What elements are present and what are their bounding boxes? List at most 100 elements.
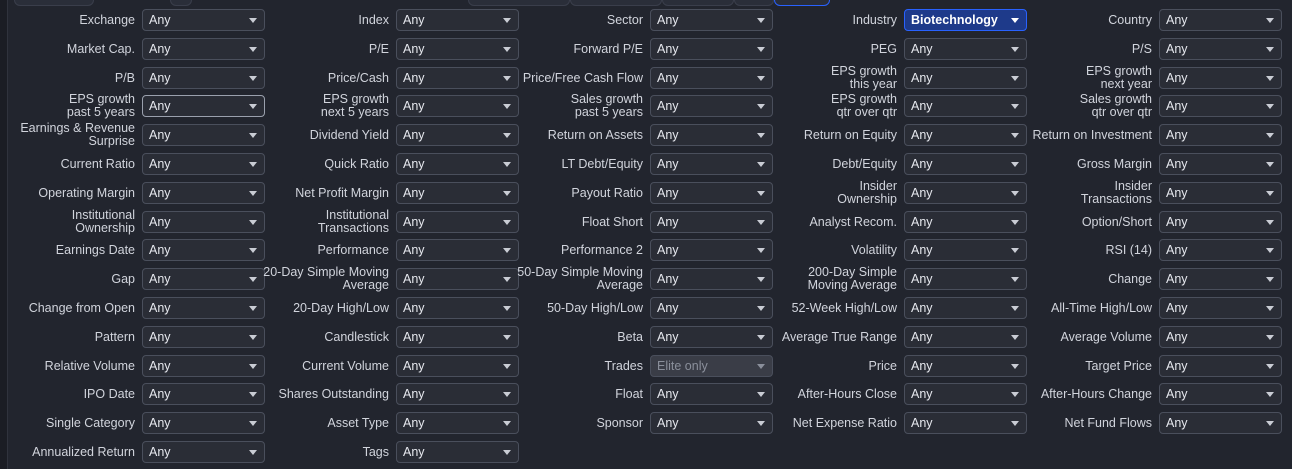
filter-select-20-day-high-low[interactable]: Any [396, 297, 519, 319]
filter-select-net-fund-flows[interactable]: Any [1159, 412, 1282, 434]
filter-select-pattern[interactable]: Any [142, 326, 265, 348]
filter-select-annualized-return[interactable]: Any [142, 441, 265, 463]
filter-select-return-on-investment[interactable]: Any [1159, 124, 1282, 146]
filter-value: Any [149, 157, 171, 171]
filter-select-gross-margin[interactable]: Any [1159, 153, 1282, 175]
top-tab-7[interactable] [774, 0, 830, 6]
chevron-down-icon [757, 76, 765, 81]
filter-select-eps-growth-this-year[interactable]: Any [904, 67, 1027, 89]
filter-analyst-recom: Analyst Recom. Any [773, 209, 1027, 235]
filter-select-forward-p-e[interactable]: Any [650, 38, 773, 60]
filter-select-institutional-transactions[interactable]: Any [396, 211, 519, 233]
filter-select-beta[interactable]: Any [650, 326, 773, 348]
filter-select-performance[interactable]: Any [396, 239, 519, 261]
top-tab-2[interactable] [170, 0, 192, 6]
filter-select-exchange[interactable]: Any [142, 9, 265, 31]
filter-select-lt-debt-equity[interactable]: Any [650, 153, 773, 175]
top-tab-4[interactable] [570, 0, 662, 6]
filter-select-after-hours-close[interactable]: Any [904, 383, 1027, 405]
filter-select-eps-growth-qtr-over-qtr[interactable]: Any [904, 95, 1027, 117]
filter-payout-ratio: Payout Ratio Any [519, 180, 773, 206]
top-tab-1[interactable] [14, 0, 94, 6]
filter-select-net-profit-margin[interactable]: Any [396, 182, 519, 204]
filter-select-option-short[interactable]: Any [1159, 211, 1282, 233]
filter-value: Any [1166, 272, 1188, 286]
filter-label: Return on Investment [1032, 127, 1152, 142]
filter-select-current-ratio[interactable]: Any [142, 153, 265, 175]
filter-select-performance-2[interactable]: Any [650, 239, 773, 261]
filter-select-analyst-recom[interactable]: Any [904, 211, 1027, 233]
filter-select-average-volume[interactable]: Any [1159, 326, 1282, 348]
filter-label: Insider TransactionsInsiderTransactions [1022, 180, 1152, 206]
filter-value: Any [149, 243, 171, 257]
filter-select-earnings-revenue-surprise[interactable]: Any [142, 124, 265, 146]
filter-select-p-e[interactable]: Any [396, 38, 519, 60]
filter-institutional-transactions: Institutional TransactionsInstitutionalT… [265, 209, 519, 235]
filter-select-sales-growth-past-5-years[interactable]: Any [650, 95, 773, 117]
filter-select-sponsor[interactable]: Any [650, 412, 773, 434]
filter-select-eps-growth-past-5-years[interactable]: Any [142, 95, 265, 117]
filter-select-target-price[interactable]: Any [1159, 355, 1282, 377]
filter-select-gap[interactable]: Any [142, 268, 265, 290]
filter-select-p-s[interactable]: Any [1159, 38, 1282, 60]
top-tab-3[interactable] [468, 0, 570, 6]
filter-value: Any [911, 42, 933, 56]
filter-value: Elite only [657, 359, 708, 373]
filter-select-sales-growth-qtr-over-qtr[interactable]: Any [1159, 95, 1282, 117]
filter-select-operating-margin[interactable]: Any [142, 182, 265, 204]
filter-select-change-from-open[interactable]: Any [142, 297, 265, 319]
filter-select-country[interactable]: Any [1159, 9, 1282, 31]
top-tab-6[interactable] [734, 0, 774, 6]
filter-select-52-week-high-low[interactable]: Any [904, 297, 1027, 319]
filter-select-volatility[interactable]: Any [904, 239, 1027, 261]
filter-select-insider-transactions[interactable]: Any [1159, 182, 1282, 204]
filter-select-single-category[interactable]: Any [142, 412, 265, 434]
filter-select-sector[interactable]: Any [650, 9, 773, 31]
filter-select-current-volume[interactable]: Any [396, 355, 519, 377]
filter-select-return-on-assets[interactable]: Any [650, 124, 773, 146]
filter-select-average-true-range[interactable]: Any [904, 326, 1027, 348]
filter-select-quick-ratio[interactable]: Any [396, 153, 519, 175]
filter-select-ipo-date[interactable]: Any [142, 383, 265, 405]
filter-select-50-day-simple-moving-average[interactable]: Any [650, 268, 773, 290]
filter-select-p-b[interactable]: Any [142, 67, 265, 89]
chevron-down-icon [757, 191, 765, 196]
filter-select-relative-volume[interactable]: Any [142, 355, 265, 377]
filter-select-tags[interactable]: Any [396, 441, 519, 463]
filter-select-net-expense-ratio[interactable]: Any [904, 412, 1027, 434]
filter-select-insider-ownership[interactable]: Any [904, 182, 1027, 204]
filter-value: Any [403, 128, 425, 142]
filter-select-50-day-high-low[interactable]: Any [650, 297, 773, 319]
top-tab-5[interactable] [662, 0, 734, 6]
filter-row: Operating Margin Any Net Profit Margin Any P… [0, 180, 1292, 206]
filter-select-float[interactable]: Any [650, 383, 773, 405]
filter-select-price-cash[interactable]: Any [396, 67, 519, 89]
filter-select-dividend-yield[interactable]: Any [396, 124, 519, 146]
filter-select-20-day-simple-moving-average[interactable]: Any [396, 268, 519, 290]
filter-label: 52-Week High/Low [791, 300, 897, 315]
filter-select-earnings-date[interactable]: Any [142, 239, 265, 261]
filter-select-return-on-equity[interactable]: Any [904, 124, 1027, 146]
filter-select-shares-outstanding[interactable]: Any [396, 383, 519, 405]
filter-select-institutional-ownership[interactable]: Any [142, 211, 265, 233]
filter-select-index[interactable]: Any [396, 9, 519, 31]
filter-select-price[interactable]: Any [904, 355, 1027, 377]
filter-select-payout-ratio[interactable]: Any [650, 182, 773, 204]
filter-select-price-free-cash-flow[interactable]: Any [650, 67, 773, 89]
filter-select-eps-growth-next-year[interactable]: Any [1159, 67, 1282, 89]
filter-select-change[interactable]: Any [1159, 268, 1282, 290]
filter-select-eps-growth-next-5-years[interactable]: Any [396, 95, 519, 117]
filter-select-after-hours-change[interactable]: Any [1159, 383, 1282, 405]
chevron-down-icon [757, 248, 765, 253]
filter-select-rsi-14[interactable]: Any [1159, 239, 1282, 261]
filter-select-float-short[interactable]: Any [650, 211, 773, 233]
filter-select-asset-type[interactable]: Any [396, 412, 519, 434]
filter-select-candlestick[interactable]: Any [396, 326, 519, 348]
filter-select-debt-equity[interactable]: Any [904, 153, 1027, 175]
filter-select-market-cap[interactable]: Any [142, 38, 265, 60]
filter-select-all-time-high-low[interactable]: Any [1159, 297, 1282, 319]
filter-select-peg[interactable]: Any [904, 38, 1027, 60]
filter-value: Any [1166, 359, 1188, 373]
filter-select-industry[interactable]: Biotechnology [904, 9, 1027, 31]
filter-select-200-day-simple-moving-average[interactable]: Any [904, 268, 1027, 290]
